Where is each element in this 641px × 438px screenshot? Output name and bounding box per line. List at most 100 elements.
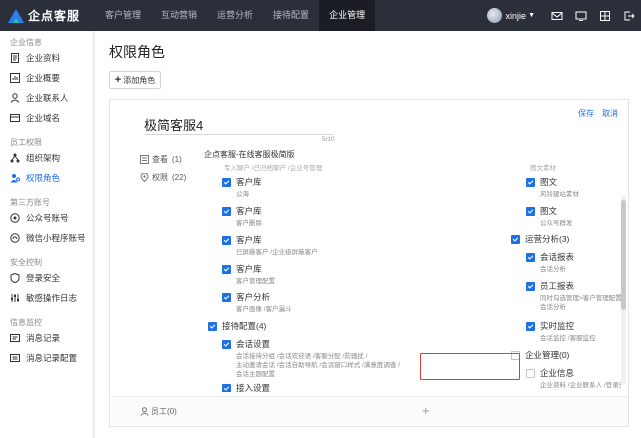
checkbox[interactable] xyxy=(222,207,231,216)
permission-item[interactable]: 客户分析 客户画像 /客户漏斗 xyxy=(222,292,292,314)
sidebar-item-label: 权限角色 xyxy=(26,173,61,183)
avatar[interactable] xyxy=(486,8,502,23)
permission-title: 实时监控 xyxy=(540,321,575,331)
permission-desc: 公众号群发 xyxy=(540,220,573,227)
role-name-input[interactable]: 极简客服4 xyxy=(144,115,334,135)
sidebar-section-title: 员工权限 xyxy=(10,138,42,147)
staff-row: 员工 (0) + xyxy=(110,396,628,426)
nav-item-customer[interactable]: 客户管理 xyxy=(95,0,151,31)
checkbox[interactable] xyxy=(222,340,231,349)
permission-item-realtime-monitor[interactable]: 实时监控 会话监控 /客服监控 xyxy=(526,321,596,343)
sidebar-item-company-domain[interactable]: 企业域名 xyxy=(0,108,93,128)
list-icon xyxy=(140,154,149,164)
permission-row[interactable]: 权限 (22) xyxy=(140,168,186,186)
permission-group-title: 运营分析(3) xyxy=(525,234,570,244)
checkbox[interactable] xyxy=(222,236,231,245)
nav-item-reception[interactable]: 接待配置 xyxy=(263,0,319,31)
add-role-label: 添加角色 xyxy=(123,75,156,85)
permission-item[interactable]: 图文 风铃建站素材 xyxy=(526,177,579,199)
logo-text: 企点客服 xyxy=(28,9,81,23)
checkbox[interactable] xyxy=(526,282,535,291)
nav-item-marketing[interactable]: 互动营销 xyxy=(151,0,207,31)
chevron-down-icon[interactable]: ▼ xyxy=(528,12,535,19)
sidebar-item-message-config[interactable]: 消息记录配置 xyxy=(0,348,93,368)
sidebar-item-label: 公众号账号 xyxy=(26,213,69,223)
checkbox[interactable] xyxy=(511,235,520,244)
checkbox[interactable] xyxy=(208,322,217,331)
permission-title: 客户库 xyxy=(236,206,262,216)
permission-desc: 客户删除 xyxy=(236,220,262,227)
permission-group[interactable]: 运营分析(3) xyxy=(511,234,569,245)
main-nav: 客户管理 互动营销 运营分析 接待配置 企业管理 xyxy=(95,0,376,31)
top-right-tools: xinjie ▼ xyxy=(486,0,641,31)
scrollbar-thumb[interactable] xyxy=(621,200,626,310)
view-row[interactable]: 查看 (1) xyxy=(140,150,186,168)
grid-icon[interactable] xyxy=(593,0,617,31)
sidebar-item-company-overview[interactable]: 企业概要 xyxy=(0,68,93,88)
message-config-icon xyxy=(10,354,20,362)
permission-item[interactable]: 企业信息 企业资料 /企业联系人 /登录安全 /敏感操作日志 xyxy=(526,368,621,390)
add-staff-button[interactable]: + xyxy=(422,403,430,418)
permission-item[interactable]: 图文 公众号群发 xyxy=(526,206,573,228)
checkbox[interactable] xyxy=(526,207,535,216)
permission-item[interactable]: 客户库 客户管理配置 xyxy=(222,264,275,286)
permission-item[interactable]: 会话设置 会话接待分组 /会话欢迎语 /客服分配 /防骚扰 / 主动邀请会话 /… xyxy=(222,339,400,379)
permission-group[interactable]: 接待配置(4) xyxy=(208,321,266,332)
role-name-counter: 5/10 xyxy=(322,136,335,143)
sidebar-section-title: 安全控制 xyxy=(10,258,42,267)
document-icon xyxy=(11,53,19,63)
permission-title: 企业信息 xyxy=(540,368,575,378)
contact-icon xyxy=(10,93,20,103)
user-name[interactable]: xinjie xyxy=(506,11,527,21)
sidebar-item-label: 登录安全 xyxy=(26,273,61,283)
sidebar-item-miniprogram[interactable]: 微信小程序账号 xyxy=(0,228,93,248)
mail-icon[interactable] xyxy=(545,0,569,31)
checkbox[interactable] xyxy=(222,384,231,392)
permission-item[interactable]: 员工报表 同时勾选管理>客户管理配置可查看全公司员工分析报表 会话分析 xyxy=(526,281,621,312)
sidebar-item-message-records[interactable]: 消息记录 xyxy=(0,328,93,348)
permission-desc: 会话监控 /客服监控 xyxy=(540,335,596,342)
sidebar-item-sensitive-log[interactable]: 敏感操作日志 xyxy=(0,288,93,308)
permission-desc: 主动邀请会话 /会话自助导航 /会话窗口样式 /满意度调查 / xyxy=(236,362,400,369)
staff-info[interactable]: 员工 (0) xyxy=(140,406,177,417)
sliders-icon xyxy=(11,294,19,302)
checkbox[interactable] xyxy=(526,178,535,187)
permission-desc: 会话接待分组 /会话欢迎语 /客服分配 /防骚扰 / xyxy=(236,353,368,360)
permission-label: 权限 xyxy=(152,172,168,182)
sidebar-item-label: 企业域名 xyxy=(26,113,61,123)
permission-desc: 风铃建站素材 xyxy=(540,191,579,198)
save-button[interactable]: 保存 xyxy=(578,108,594,119)
monitor-icon[interactable] xyxy=(569,0,593,31)
checkbox[interactable] xyxy=(222,265,231,274)
checkbox[interactable] xyxy=(222,178,231,187)
permission-item[interactable]: 会话报表 会话分析 xyxy=(526,252,574,274)
permission-desc: 客户画像 /客户漏斗 xyxy=(236,306,292,313)
domain-icon xyxy=(10,114,20,122)
permission-item[interactable]: 客户库 客户删除 xyxy=(222,206,262,228)
permission-title: 图文 xyxy=(540,177,558,187)
permission-item[interactable]: 客户库 已屏蔽客户 /企业级屏蔽客户 xyxy=(222,235,318,257)
sidebar-item-org-structure[interactable]: 组织架构 xyxy=(0,148,93,168)
logout-icon[interactable] xyxy=(617,0,641,31)
app-logo[interactable]: 企点客服 xyxy=(0,0,95,31)
cancel-button[interactable]: 取消 xyxy=(602,108,618,119)
sidebar-item-company-contacts[interactable]: 企业联系人 xyxy=(0,88,93,108)
permission-desc: 会话主题配置 xyxy=(236,371,275,378)
sidebar-item-company-profile[interactable]: 企业资料 xyxy=(0,48,93,68)
nav-item-enterprise[interactable]: 企业管理 xyxy=(319,0,376,31)
miniprogram-icon xyxy=(10,233,20,243)
checkbox[interactable] xyxy=(526,369,535,378)
sidebar-item-login-security[interactable]: 登录安全 xyxy=(0,268,93,288)
checkbox[interactable] xyxy=(222,293,231,302)
sidebar-item-role-permissions[interactable]: 权限角色 xyxy=(0,168,93,188)
nav-item-analytics[interactable]: 运营分析 xyxy=(207,0,263,31)
checkbox[interactable] xyxy=(526,322,535,331)
permission-desc: 会话分析 xyxy=(540,266,566,273)
add-role-button[interactable]: + 添加角色 xyxy=(109,71,161,89)
sidebar-item-official-account[interactable]: 公众号账号 xyxy=(0,208,93,228)
permission-item[interactable]: 客户库 公海 xyxy=(222,177,262,199)
chart-icon xyxy=(10,73,20,83)
permission-item[interactable]: 接入设置 xyxy=(222,383,270,392)
checkbox[interactable] xyxy=(526,253,535,262)
permission-title: 会话设置 xyxy=(236,339,271,349)
